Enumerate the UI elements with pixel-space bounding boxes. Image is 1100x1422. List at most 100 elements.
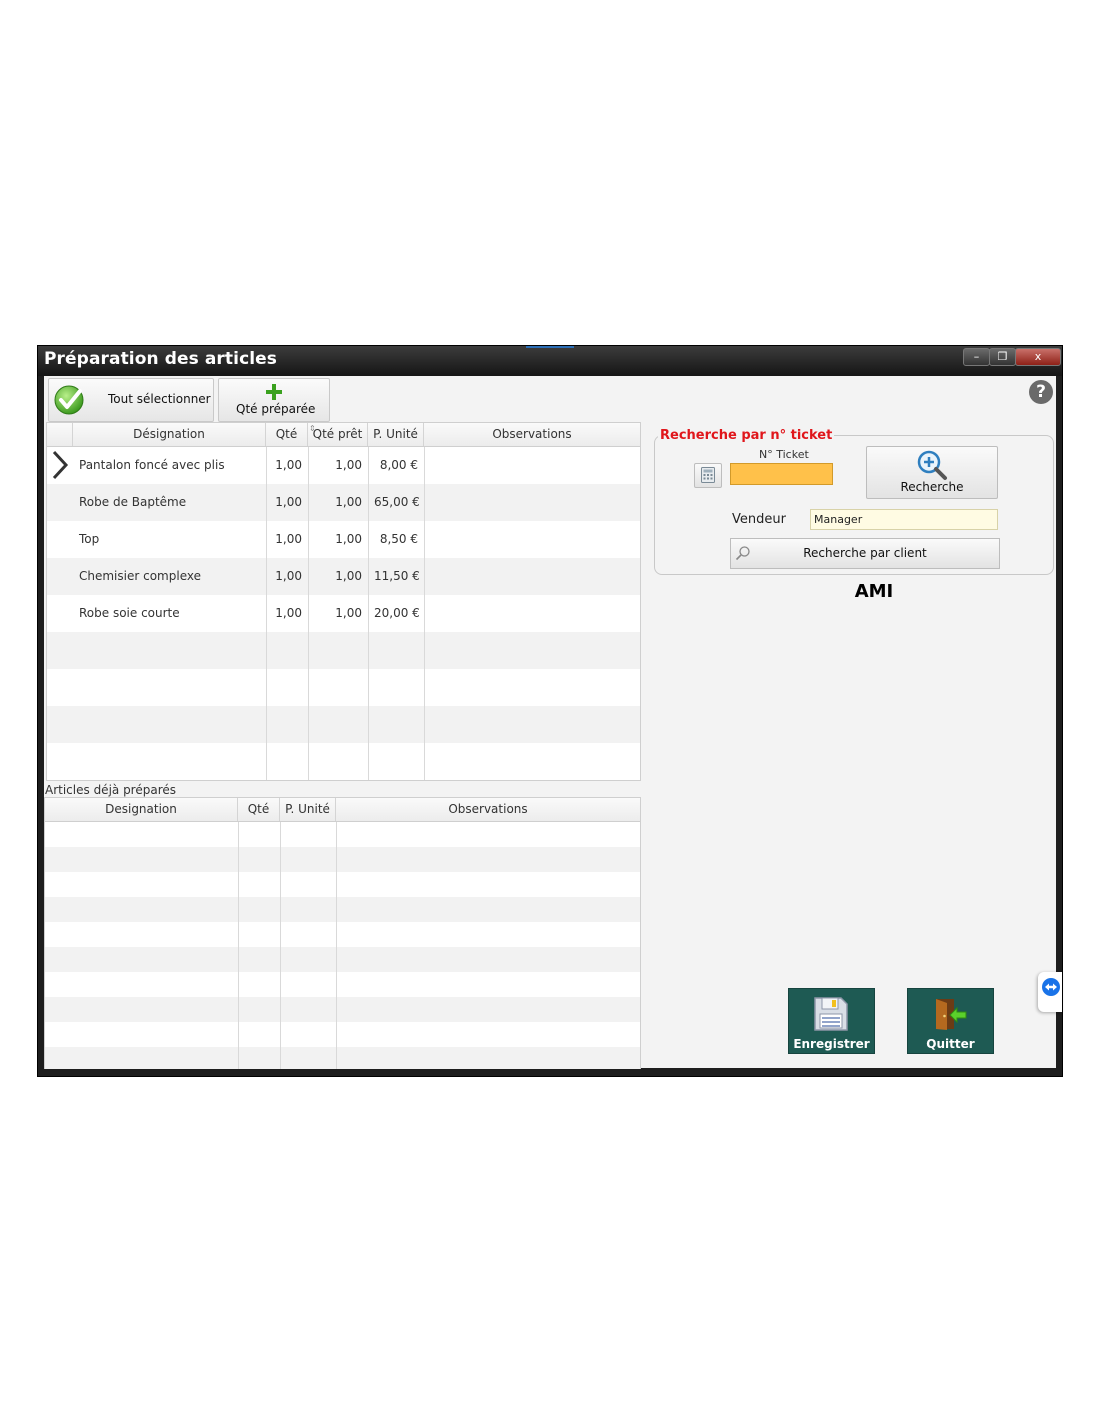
cell-prix: 11,50 € bbox=[374, 569, 420, 583]
cell-observations[interactable] bbox=[424, 558, 640, 595]
grid-divider bbox=[424, 447, 425, 780]
sort-icon: ⇕ bbox=[309, 424, 316, 433]
title-bar[interactable]: Préparation des articles – ❐ x bbox=[38, 346, 1062, 376]
floppy-disk-icon bbox=[814, 997, 848, 1031]
empty-row bbox=[47, 632, 640, 669]
cell-qte-pret: 1,00 bbox=[335, 532, 362, 546]
table-row[interactable]: Robe soie courte 1,00 1,00 20,00 € bbox=[47, 595, 640, 632]
prepared-grid-body bbox=[45, 822, 640, 1069]
client-search-label: Recherche par client bbox=[803, 546, 927, 560]
prepared-grid: Designation Qté P. Unité Observations bbox=[44, 797, 641, 1069]
col-designation[interactable]: Designation bbox=[45, 798, 238, 821]
empty-row bbox=[45, 822, 640, 847]
quit-button[interactable]: Quitter bbox=[907, 988, 994, 1054]
qty-prepared-label: Qté préparée bbox=[236, 402, 316, 416]
check-icon bbox=[54, 385, 84, 415]
ticket-search-legend: Recherche par n° ticket bbox=[658, 428, 835, 443]
cell-observations[interactable] bbox=[424, 521, 640, 558]
remote-control-tab[interactable] bbox=[1038, 972, 1062, 1012]
cell-observations[interactable] bbox=[424, 595, 640, 632]
empty-row bbox=[45, 872, 640, 897]
remote-arrows-icon bbox=[1042, 978, 1060, 996]
col-qte-pret[interactable]: Qté prêt ⇕ bbox=[308, 423, 368, 446]
calculator-icon bbox=[701, 467, 715, 483]
col-qte[interactable]: Qté bbox=[266, 423, 308, 446]
cell-qte-pret: 1,00 bbox=[335, 569, 362, 583]
cell-designation: Robe soie courte bbox=[79, 606, 180, 620]
cell-qte: 1,00 bbox=[275, 569, 302, 583]
current-row-icon bbox=[52, 450, 69, 480]
empty-row bbox=[47, 743, 640, 780]
cell-prix: 65,00 € bbox=[374, 495, 420, 509]
site-name: AMI bbox=[854, 581, 894, 602]
save-button[interactable]: Enregistrer bbox=[788, 988, 875, 1054]
empty-row bbox=[47, 669, 640, 706]
table-row[interactable]: Top 1,00 1,00 8,50 € bbox=[47, 521, 640, 558]
calculator-button[interactable] bbox=[694, 463, 722, 488]
row-selector-header bbox=[47, 423, 73, 446]
qty-prepared-button[interactable]: Qté préparée bbox=[218, 378, 330, 422]
empty-row bbox=[45, 997, 640, 1022]
col-designation[interactable]: Désignation bbox=[73, 423, 266, 446]
client-search-button[interactable]: Recherche par client bbox=[730, 538, 1000, 569]
cell-prix: 8,00 € bbox=[379, 458, 418, 472]
close-button[interactable]: x bbox=[1015, 348, 1061, 366]
empty-row bbox=[45, 847, 640, 872]
grid-divider bbox=[266, 447, 267, 780]
help-icon[interactable]: ? bbox=[1029, 380, 1053, 404]
empty-row bbox=[45, 947, 640, 972]
prepared-grid-header: Designation Qté P. Unité Observations bbox=[45, 798, 640, 822]
empty-row bbox=[45, 897, 640, 922]
search-button-label: Recherche bbox=[900, 480, 964, 494]
col-qte-pret-label: Qté prêt bbox=[312, 427, 363, 441]
plus-icon bbox=[266, 384, 282, 400]
empty-row bbox=[45, 1047, 640, 1069]
cell-observations[interactable] bbox=[424, 447, 640, 484]
save-label: Enregistrer bbox=[793, 1037, 870, 1051]
grid-divider bbox=[308, 447, 309, 780]
vendeur-field[interactable] bbox=[810, 509, 998, 530]
cell-prix: 8,50 € bbox=[379, 532, 418, 546]
table-row[interactable]: Robe de Baptême 1,00 1,00 65,00 € bbox=[47, 484, 640, 521]
cell-qte-pret: 1,00 bbox=[335, 495, 362, 509]
select-all-label: Tout sélectionner bbox=[108, 392, 211, 406]
articles-grid: Désignation Qté Qté prêt ⇕ P. Unité Obse… bbox=[46, 422, 641, 781]
ticket-label: N° Ticket bbox=[759, 448, 809, 461]
window-controls: – ❐ x bbox=[963, 348, 1061, 366]
cell-prix: 20,00 € bbox=[374, 606, 420, 620]
table-row[interactable]: Chemisier complexe 1,00 1,00 11,50 € bbox=[47, 558, 640, 595]
empty-row bbox=[45, 972, 640, 997]
cell-designation: Top bbox=[79, 532, 100, 546]
grid-divider bbox=[368, 447, 369, 780]
table-row[interactable]: Pantalon foncé avec plis 1,00 1,00 8,00 … bbox=[47, 447, 640, 484]
select-all-button[interactable]: Tout sélectionner bbox=[48, 378, 214, 422]
cell-qte: 1,00 bbox=[275, 532, 302, 546]
minimize-button[interactable]: – bbox=[963, 348, 990, 366]
cell-designation: Robe de Baptême bbox=[79, 495, 187, 509]
articles-grid-body: Pantalon foncé avec plis 1,00 1,00 8,00 … bbox=[47, 447, 640, 780]
restore-button[interactable]: ❐ bbox=[989, 348, 1016, 366]
col-qte[interactable]: Qté bbox=[238, 798, 280, 821]
vendeur-label: Vendeur bbox=[732, 512, 786, 527]
col-prix-unite[interactable]: P. Unité bbox=[368, 423, 424, 446]
cell-designation: Pantalon foncé avec plis bbox=[79, 458, 225, 472]
col-observations[interactable]: Observations bbox=[336, 798, 640, 821]
empty-row bbox=[45, 922, 640, 947]
empty-row bbox=[47, 706, 640, 743]
grid-divider bbox=[280, 822, 281, 1069]
cell-observations[interactable] bbox=[424, 484, 640, 521]
col-observations[interactable]: Observations bbox=[424, 423, 640, 446]
cell-qte-pret: 1,00 bbox=[335, 458, 362, 472]
cell-qte: 1,00 bbox=[275, 606, 302, 620]
ticket-input[interactable] bbox=[730, 463, 833, 485]
empty-row bbox=[45, 1022, 640, 1047]
cell-qte-pret: 1,00 bbox=[335, 606, 362, 620]
search-button[interactable]: Recherche bbox=[866, 446, 998, 499]
col-prix-unite[interactable]: P. Unité bbox=[280, 798, 336, 821]
quit-label: Quitter bbox=[926, 1037, 975, 1051]
articles-grid-header: Désignation Qté Qté prêt ⇕ P. Unité Obse… bbox=[47, 423, 640, 447]
grid-divider bbox=[238, 822, 239, 1069]
client-area: Tout sélectionner Qté préparée ? Désigna… bbox=[44, 376, 1056, 1069]
prepared-section-title: Articles déjà préparés bbox=[45, 783, 177, 797]
window-title: Préparation des articles bbox=[44, 349, 278, 369]
